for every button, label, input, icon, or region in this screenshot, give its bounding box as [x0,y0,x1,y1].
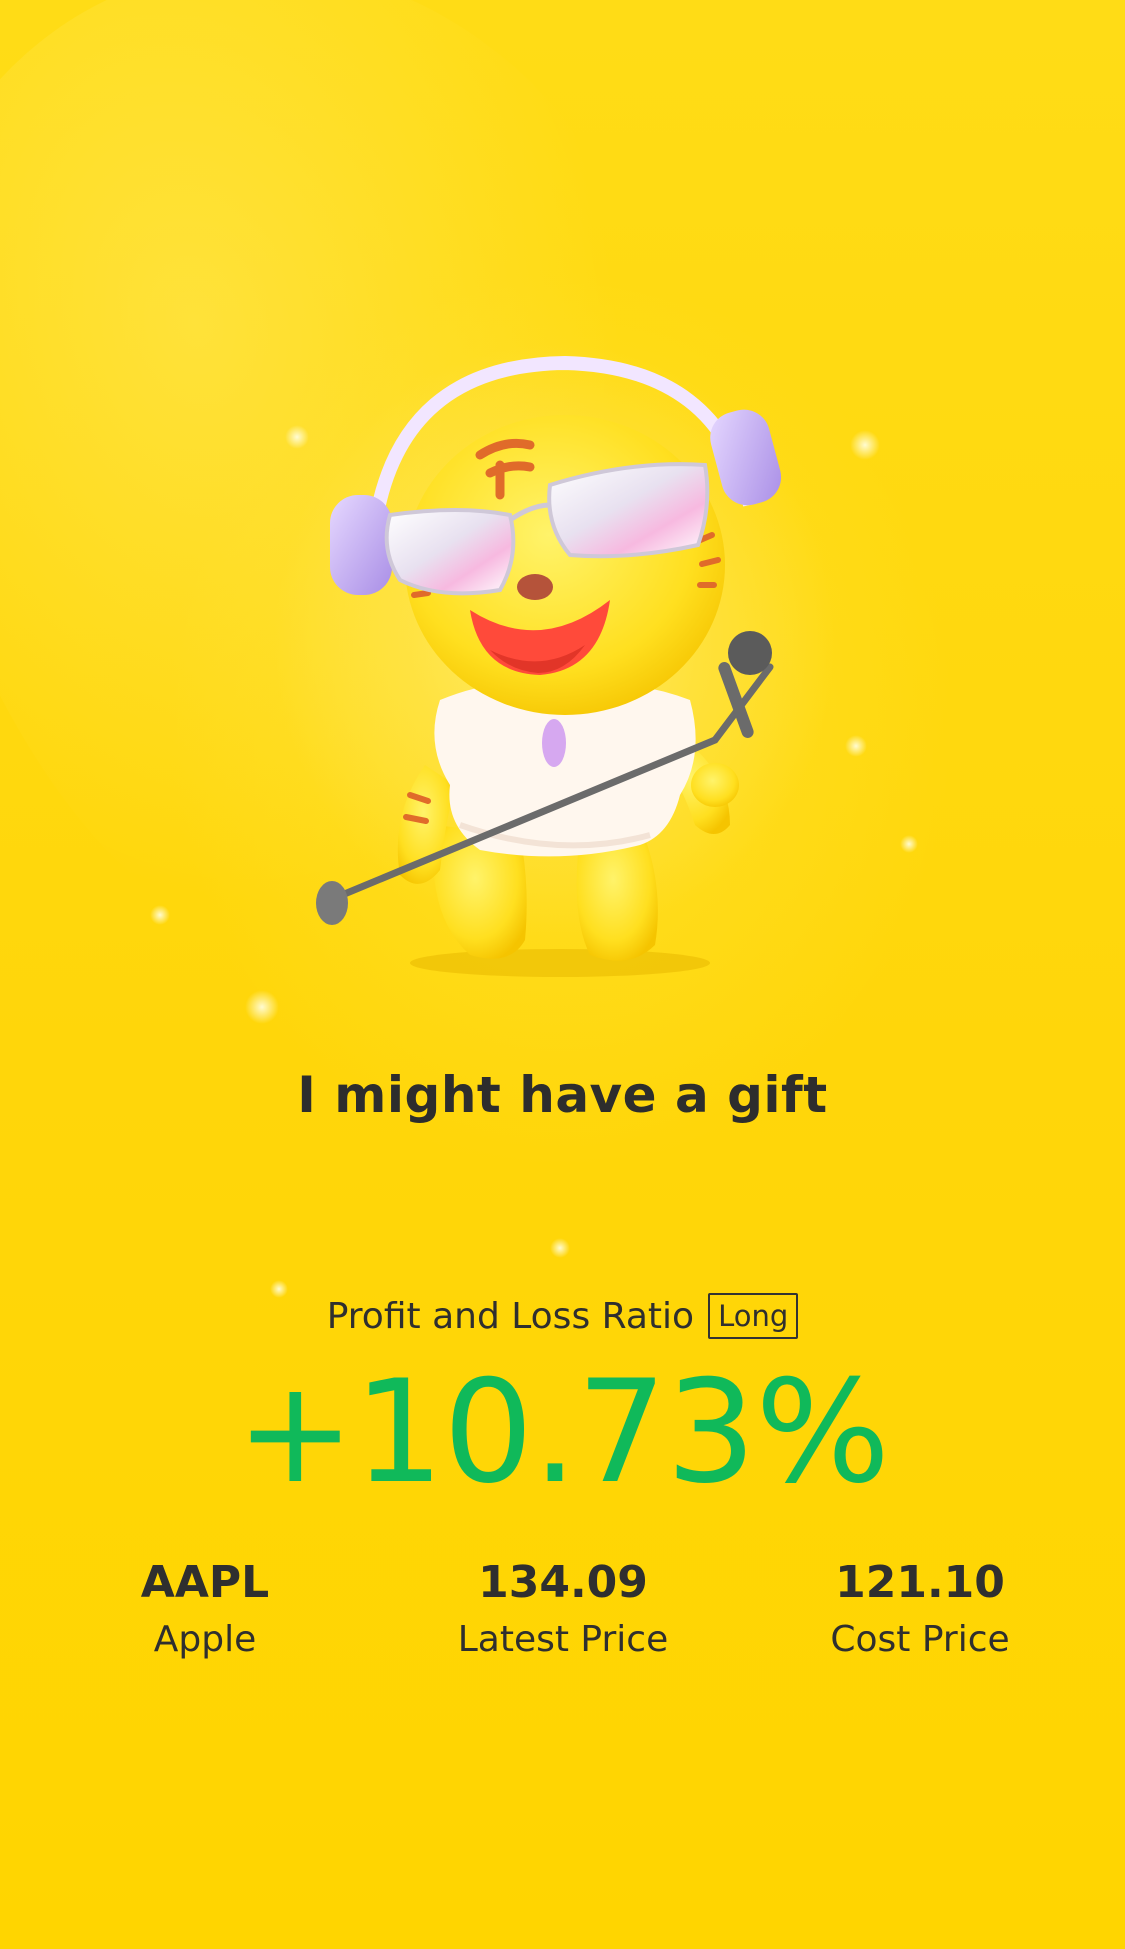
cost-price-value: 121.10 [835,1557,1005,1608]
profit-loss-value: +10.73% [235,1350,890,1515]
headline: I might have a gift [297,1066,828,1124]
profit-loss-header: Profit and Loss Ratio Long [0,1293,1125,1339]
sparkle [900,835,918,853]
latest-price-value: 134.09 [478,1557,648,1608]
stock-symbol: AAPL [140,1557,270,1608]
sparkle [150,905,170,925]
stock-name: Apple [153,1619,257,1660]
sparkle [285,425,309,449]
share-card-screen: I might have a gift Profit and Loss Rati… [0,0,1125,1949]
profit-loss-label: Profit and Loss Ratio [326,1295,695,1337]
sparkle [245,990,279,1024]
cost-price-label: Cost Price [830,1619,1010,1660]
tiger-mascot-illustration [310,355,810,995]
position-tag-badge: Long [708,1293,799,1339]
sparkle [845,735,867,757]
sparkle [550,1238,570,1258]
latest-price-label: Latest Price [457,1619,669,1660]
tiger-dj-icon [316,355,782,977]
stat-symbol: AAPL Apple [55,1555,355,1665]
stat-latest-price: 134.09 Latest Price [413,1555,713,1665]
stat-cost-price: 121.10 Cost Price [770,1555,1070,1665]
sparkle [850,430,880,460]
